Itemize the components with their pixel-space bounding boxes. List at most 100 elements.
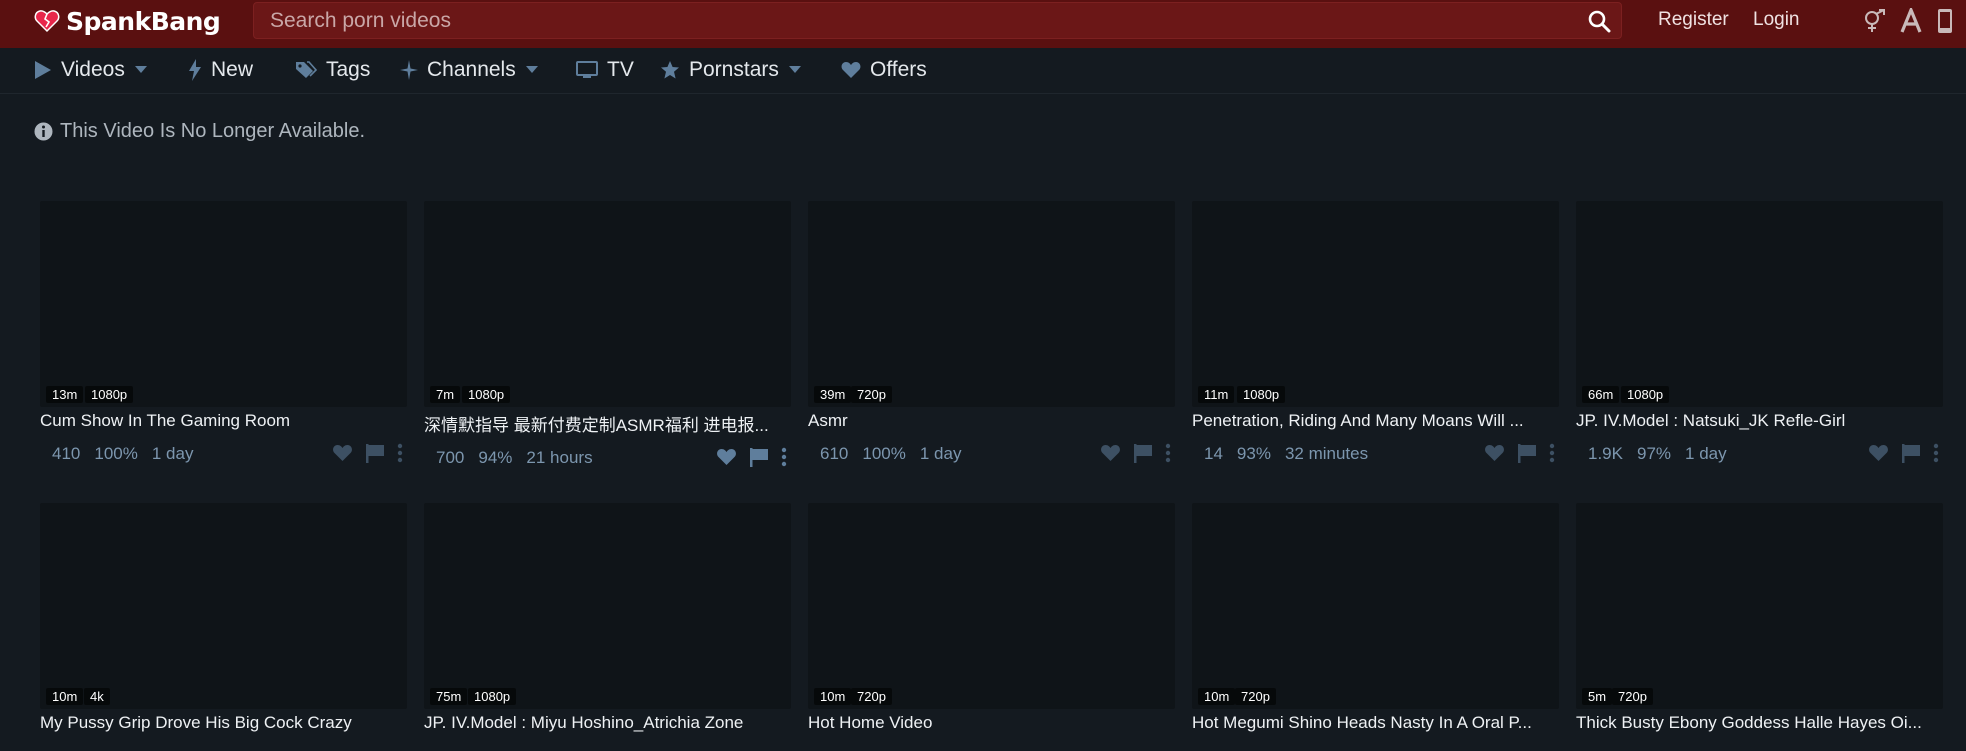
nav-pornstars-label: Pornstars	[689, 58, 779, 81]
duration-badge: 10m	[46, 688, 84, 705]
duration-badge: 7m	[430, 386, 461, 403]
favorite-heart-icon[interactable]	[332, 444, 353, 462]
nav-tv[interactable]: TV	[576, 56, 634, 84]
search-icon[interactable]	[1587, 9, 1611, 33]
nav-offers-label: Offers	[870, 58, 927, 81]
flag-icon[interactable]	[1517, 443, 1537, 463]
video-title[interactable]: JP. IV.Model : Natsuki_JK Refle-Girl	[1576, 411, 1943, 431]
view-count: 610	[820, 444, 849, 463]
video-title[interactable]: Asmr	[808, 411, 1175, 431]
duration-badge: 10m	[1198, 688, 1236, 705]
video-title[interactable]: Penetration, Riding And Many Moans Will …	[1192, 411, 1559, 431]
chevron-down-icon	[788, 66, 801, 73]
phone-icon[interactable]	[1932, 8, 1958, 34]
nav-tv-label: TV	[607, 58, 634, 81]
nav-pornstars[interactable]: Pornstars	[660, 56, 810, 84]
favorite-heart-icon[interactable]	[1484, 444, 1505, 462]
nav-offers[interactable]: Offers	[841, 56, 927, 84]
text-size-icon[interactable]	[1898, 8, 1924, 34]
flag-icon[interactable]	[749, 447, 769, 467]
quality-badge: 720p	[851, 386, 892, 403]
video-thumbnail[interactable]: 10m 720p	[808, 503, 1175, 709]
duration-badge: 39m	[814, 386, 852, 403]
more-options-icon[interactable]	[1933, 443, 1939, 463]
heart-icon	[841, 62, 861, 78]
top-header: SpankBang Register Login	[0, 0, 1966, 48]
favorite-heart-icon[interactable]	[1100, 444, 1121, 462]
quality-badge: 720p	[1612, 688, 1653, 705]
login-link[interactable]: Login	[1753, 9, 1800, 31]
rating: 94%	[478, 448, 513, 467]
video-actions	[320, 443, 403, 463]
nav-videos[interactable]: Videos	[34, 56, 156, 84]
video-actions	[1088, 443, 1171, 463]
quality-badge: 1080p	[85, 386, 134, 403]
flag-icon[interactable]	[1133, 443, 1153, 463]
search-input[interactable]	[270, 3, 1560, 38]
flag-icon[interactable]	[365, 443, 385, 463]
quality-badge: 1080p	[462, 386, 511, 403]
favorite-heart-icon[interactable]	[1868, 444, 1889, 462]
chevron-down-icon	[134, 66, 147, 73]
video-meta: 700 94% 21 hours	[436, 448, 607, 468]
video-thumbnail[interactable]: 75m 1080p	[424, 503, 791, 709]
upload-age: 1 day	[919, 444, 962, 463]
chevron-down-icon	[525, 66, 538, 73]
unavailable-notice: This Video Is No Longer Available.	[34, 120, 365, 143]
video-thumbnail[interactable]: 7m 1080p	[424, 201, 791, 407]
quality-badge: 1080p	[1621, 386, 1670, 403]
more-options-icon[interactable]	[1165, 443, 1171, 463]
lightning-icon	[189, 59, 201, 81]
video-title[interactable]: JP. IV.Model : Miyu Hoshino_Atrichia Zon…	[424, 713, 791, 733]
rating: 97%	[1636, 444, 1672, 463]
nav-new[interactable]: New	[188, 56, 253, 84]
register-link[interactable]: Register	[1658, 9, 1729, 31]
video-title[interactable]: Cum Show In The Gaming Room	[40, 411, 407, 431]
video-title[interactable]: Hot Megumi Shino Heads Nasty In A Oral P…	[1192, 713, 1559, 733]
main-nav: Videos New Tags Channels TV Pornstars Of…	[0, 48, 1966, 94]
duration-badge: 66m	[1582, 386, 1620, 403]
site-logo[interactable]: SpankBang	[34, 6, 221, 36]
video-thumbnail[interactable]: 11m 1080p	[1192, 201, 1559, 407]
upload-age: 1 day	[1685, 444, 1727, 463]
duration-badge: 11m	[1198, 386, 1235, 403]
brand-name: SpankBang	[66, 6, 221, 36]
rating: 100%	[94, 444, 138, 463]
notice-text: This Video Is No Longer Available.	[60, 120, 366, 142]
tv-icon	[576, 61, 598, 78]
video-meta: 14 93% 32 minutes	[1204, 444, 1382, 464]
video-thumbnail[interactable]: 10m 4k	[40, 503, 407, 709]
nav-channels[interactable]: Channels	[400, 56, 547, 84]
quality-badge: 4k	[84, 688, 110, 705]
video-thumbnail[interactable]: 5m 720p	[1576, 503, 1943, 709]
video-title[interactable]: My Pussy Grip Drove His Big Cock Crazy	[40, 713, 407, 733]
quality-badge: 1080p	[1237, 386, 1286, 403]
video-thumbnail[interactable]: 13m 1080p	[40, 201, 407, 407]
flag-icon[interactable]	[1901, 443, 1921, 463]
video-title[interactable]: Thick Busty Ebony Goddess Halle Hayes Oi…	[1576, 713, 1943, 733]
nav-tags[interactable]: Tags	[295, 56, 370, 84]
info-icon	[34, 122, 53, 141]
more-options-icon[interactable]	[397, 443, 403, 463]
broken-heart-logo-icon	[34, 10, 60, 33]
tags-icon	[296, 61, 317, 78]
nav-channels-label: Channels	[427, 58, 516, 81]
video-thumbnail[interactable]: 66m 1080p	[1576, 201, 1943, 407]
video-thumbnail[interactable]: 39m 720p	[808, 201, 1175, 407]
more-options-icon[interactable]	[781, 447, 787, 467]
video-title[interactable]: Hot Home Video	[808, 713, 1175, 733]
video-actions	[1472, 443, 1555, 463]
play-icon	[35, 61, 51, 79]
view-count: 700	[436, 448, 465, 467]
sparkle-icon	[400, 60, 418, 80]
duration-badge: 75m	[430, 688, 468, 705]
duration-badge: 5m	[1582, 688, 1613, 705]
more-options-icon[interactable]	[1549, 443, 1555, 463]
video-meta: 1.9K 97% 1 day	[1588, 444, 1741, 464]
gender-icon[interactable]	[1862, 8, 1888, 34]
video-title[interactable]: 深情默指导 最新付费定制ASMR福利 进电报...	[424, 411, 791, 436]
video-thumbnail[interactable]: 10m 720p	[1192, 503, 1559, 709]
nav-tags-label: Tags	[326, 58, 371, 81]
favorite-heart-icon[interactable]	[716, 448, 737, 466]
duration-badge: 13m	[46, 386, 84, 403]
